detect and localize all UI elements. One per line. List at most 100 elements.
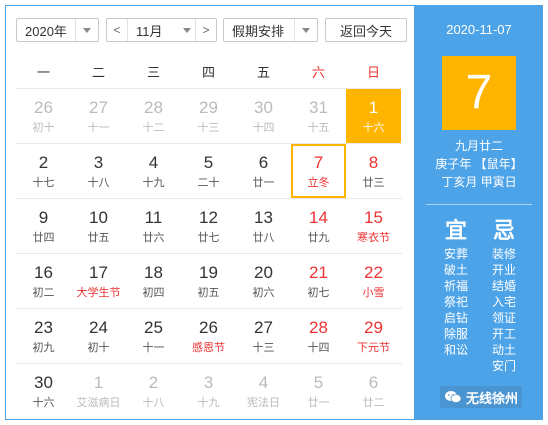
day-number: 3 xyxy=(203,372,214,392)
year-select[interactable]: 2020年 xyxy=(16,18,99,42)
lunar-label: 廿七 xyxy=(197,231,220,244)
day-number: 18 xyxy=(144,262,163,282)
lunar-label: 大学生节 xyxy=(76,286,121,299)
day-cell[interactable]: 1 艾滋病日 xyxy=(71,364,126,418)
day-number: 29 xyxy=(364,317,383,337)
day-cell[interactable]: 11 廿六 xyxy=(126,199,181,253)
day-cell[interactable]: 3 十八 xyxy=(71,144,126,198)
day-cell[interactable]: 23 初九 xyxy=(16,309,71,363)
lunar-label: 廿一 xyxy=(307,396,330,409)
lunar-label: 二十 xyxy=(197,176,220,189)
yi-item: 祭祀 xyxy=(443,295,468,309)
day-number: 9 xyxy=(38,207,49,227)
day-cell[interactable]: 13 廿八 xyxy=(236,199,291,253)
day-number: 6 xyxy=(258,152,269,172)
day-cell[interactable]: 25 十一 xyxy=(126,309,181,363)
day-number: 24 xyxy=(89,317,108,337)
day-cell[interactable]: 9 廿四 xyxy=(16,199,71,253)
day-cell[interactable]: 2 十八 xyxy=(126,364,181,418)
ji-item: 结婚 xyxy=(491,279,516,293)
yi-title: 宜 xyxy=(444,218,467,243)
day-cell[interactable]: 4 十九 xyxy=(126,144,181,198)
ji-column: 忌 装修 开业 结婚 入宅 领证 开工 动土 安门 xyxy=(484,216,524,374)
day-cell[interactable]: 1 十六 xyxy=(346,89,401,143)
day-number: 19 xyxy=(199,262,218,282)
weekday-label: 日 xyxy=(366,65,380,80)
day-cell[interactable]: 28 十二 xyxy=(126,89,181,143)
day-cell[interactable]: 8 廿三 xyxy=(346,144,401,198)
day-number: 26 xyxy=(199,317,218,337)
day-cell[interactable]: 31 十五 xyxy=(291,89,346,143)
day-cell[interactable]: 5 二十 xyxy=(181,144,236,198)
day-cell[interactable]: 2 十七 xyxy=(16,144,71,198)
lunar-label: 廿五 xyxy=(87,231,110,244)
holiday-select-value: 假期安排 xyxy=(232,23,285,39)
day-number: 4 xyxy=(148,152,159,172)
day-cell[interactable]: 15 寒衣节 xyxy=(346,199,401,253)
next-month-button[interactable]: > xyxy=(195,19,216,41)
calendar-toolbar: 2020年 < 11月 > 假期安排 返回今天 xyxy=(16,18,408,44)
month-select[interactable]: 11月 xyxy=(128,21,195,40)
yi-item: 祈福 xyxy=(443,279,468,293)
day-cell[interactable]: 28 十四 xyxy=(291,309,346,363)
day-cell[interactable]: 12 廿七 xyxy=(181,199,236,253)
watermark-text: 无线徐州 xyxy=(466,390,519,406)
day-number: 15 xyxy=(364,207,383,227)
day-number: 12 xyxy=(199,207,218,227)
week-row: 9 廿四 10 廿五 11 廿六 12 廿七 13 廿八 14 廿九 15 寒衣节 xyxy=(16,198,402,253)
lunar-label: 十九 xyxy=(142,176,165,189)
day-cell[interactable]: 5 廿一 xyxy=(291,364,346,418)
lunar-label: 十四 xyxy=(252,121,275,134)
lunar-label: 下元节 xyxy=(357,341,390,354)
day-cell[interactable]: 6 廿一 xyxy=(236,144,291,198)
day-cell[interactable]: 29 十三 xyxy=(181,89,236,143)
day-number: 3 xyxy=(93,152,104,172)
day-cell[interactable]: 10 廿五 xyxy=(71,199,126,253)
day-cell[interactable]: 19 初五 xyxy=(181,254,236,308)
day-cell[interactable]: 27 十三 xyxy=(236,309,291,363)
calendar-widget: 2020年 < 11月 > 假期安排 返回今天 一二三四五六日 26 初十 27 十一… xyxy=(5,5,543,420)
lunar-label: 初五 xyxy=(197,286,220,299)
day-cell[interactable]: 17 大学生节 xyxy=(71,254,126,308)
day-cell[interactable]: 26 感恩节 xyxy=(181,309,236,363)
lunar-label: 十六 xyxy=(32,396,55,409)
lunar-label: 廿一 xyxy=(252,176,275,189)
day-cell[interactable]: 4 宪法日 xyxy=(236,364,291,418)
day-cell[interactable]: 22 小雪 xyxy=(346,254,401,308)
day-cell[interactable]: 6 廿二 xyxy=(346,364,401,418)
lunar-label: 十八 xyxy=(142,396,165,409)
day-cell[interactable]: 27 十一 xyxy=(71,89,126,143)
day-cell[interactable]: 16 初二 xyxy=(16,254,71,308)
lunar-label: 廿三 xyxy=(362,176,385,189)
day-number: 4 xyxy=(258,372,269,392)
selected-date: 2020-11-07 xyxy=(446,22,512,37)
day-detail-panel: 2020-11-07 7 九月廿二 庚子年 【鼠年】 丁亥月 甲寅日 宜 安葬破… xyxy=(414,6,542,419)
day-cell[interactable]: 20 初六 xyxy=(236,254,291,308)
day-cell[interactable]: 3 十九 xyxy=(181,364,236,418)
lunar-label: 立冬 xyxy=(307,176,330,189)
day-cell[interactable]: 24 初十 xyxy=(71,309,126,363)
wechat-icon xyxy=(445,391,462,403)
back-to-today-button[interactable]: 返回今天 xyxy=(325,18,407,42)
day-number: 28 xyxy=(144,97,163,117)
month-selector: < 11月 > xyxy=(106,18,217,42)
ji-item: 领证 xyxy=(491,311,516,325)
weekday-label: 一 xyxy=(36,65,50,80)
day-number: 14 xyxy=(309,207,328,227)
day-number: 23 xyxy=(34,317,53,337)
ji-item: 装修 xyxy=(491,247,516,261)
day-cell[interactable]: 30 十六 xyxy=(16,364,71,418)
day-cell[interactable]: 29 下元节 xyxy=(346,309,401,363)
holiday-select[interactable]: 假期安排 xyxy=(223,18,318,42)
day-cell[interactable]: 18 初四 xyxy=(126,254,181,308)
lunar-label: 十三 xyxy=(197,121,220,134)
ji-item: 动土 xyxy=(491,343,516,357)
day-cell[interactable]: 30 十四 xyxy=(236,89,291,143)
lunar-label: 寒衣节 xyxy=(357,231,390,244)
day-cell[interactable]: 7 立冬 xyxy=(291,144,346,198)
day-cell[interactable]: 26 初十 xyxy=(16,89,71,143)
prev-month-button[interactable]: < xyxy=(107,19,128,41)
day-cell[interactable]: 14 廿九 xyxy=(291,199,346,253)
day-cell[interactable]: 21 初七 xyxy=(291,254,346,308)
ji-item: 入宅 xyxy=(491,295,516,309)
